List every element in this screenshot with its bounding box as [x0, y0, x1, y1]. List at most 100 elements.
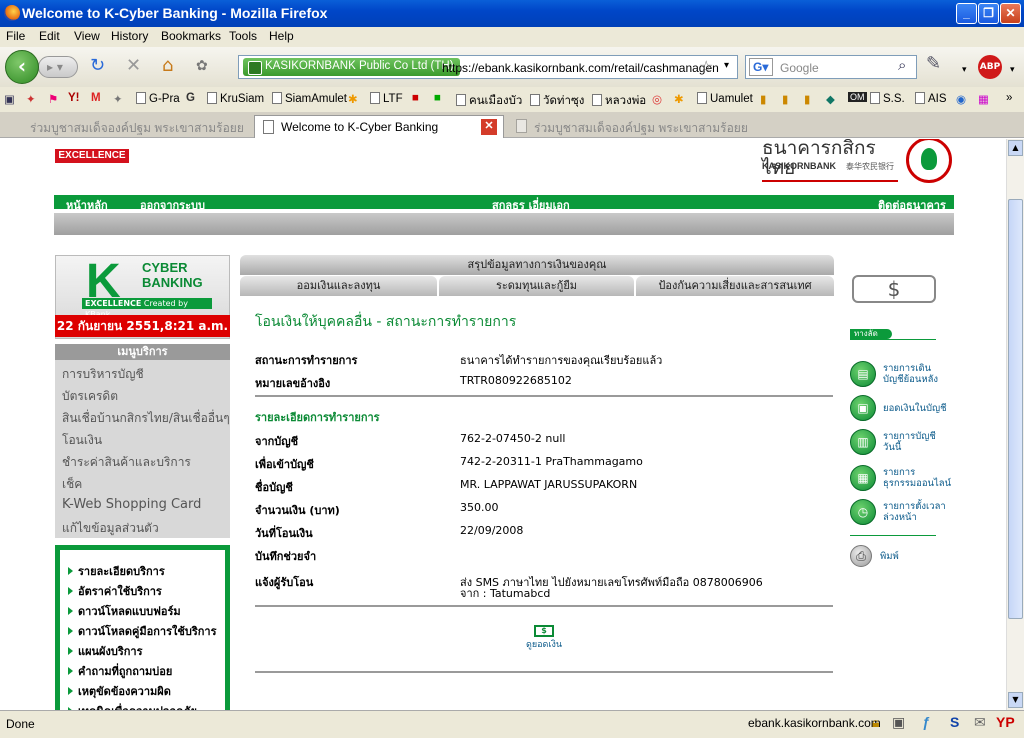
bookmark-star-icon[interactable]: ☆: [699, 57, 713, 77]
adblock-dropdown-icon[interactable]: ▾: [1010, 61, 1015, 79]
addon-icon[interactable]: ✿: [196, 57, 208, 75]
service-menu-item[interactable]: บัตรเครดิต: [62, 387, 118, 406]
url-dropdown-icon[interactable]: ▾: [724, 60, 729, 71]
bookmark-item[interactable]: Uamulet: [697, 92, 753, 105]
bookmark-icon[interactable]: ⚑: [48, 92, 58, 106]
close-window-button[interactable]: ✕: [1000, 3, 1021, 24]
toolbar-tool-icon[interactable]: ✎: [926, 55, 941, 73]
info-link[interactable]: ดาวน์โหลดแบบฟอร์ม: [68, 602, 181, 620]
menu-help[interactable]: Help: [269, 29, 294, 43]
scroll-down-icon[interactable]: ▼: [1008, 692, 1023, 708]
bookmark-icon[interactable]: Y!: [68, 92, 80, 104]
reload-icon[interactable]: ↻: [90, 57, 105, 75]
protection-tab[interactable]: ป้องกันความเสี่ยงและสารสนเทศ: [636, 276, 834, 296]
service-menu-item[interactable]: แก้ไขข้อมูลส่วนตัว: [62, 519, 159, 538]
menu-bookmarks[interactable]: Bookmarks: [161, 29, 221, 43]
firebug-icon[interactable]: ƒ: [922, 714, 930, 730]
skype-icon[interactable]: S: [950, 714, 959, 730]
bookmark-item[interactable]: G-Pra: [136, 92, 180, 105]
menu-file[interactable]: File: [6, 29, 25, 43]
url-bar[interactable]: KASIKORNBANK Public Co Ltd (TH) https://…: [238, 55, 738, 79]
bookmarks-overflow-icon[interactable]: »: [1006, 92, 1012, 104]
search-icon[interactable]: ⌕: [898, 57, 906, 74]
funding-borrowing-tab[interactable]: ระดมทุนและกู้ยืม: [439, 276, 634, 296]
bookmark-icon[interactable]: ✱: [674, 92, 684, 106]
tab-inactive[interactable]: ร่วมบูชาสมเด็จองค์ปฐม พระเขาสามร้อยย: [0, 115, 250, 138]
bookmark-item[interactable]: หลวงพ่อ: [592, 92, 646, 110]
shortcut-online-transactions[interactable]: ▦ รายการ ธุรกรรมออนไลน์: [850, 465, 960, 495]
home-icon[interactable]: ⌂: [162, 57, 173, 75]
financial-summary-tab[interactable]: สรุปข้อมูลทางการเงินของคุณ: [240, 255, 834, 275]
globe-icon[interactable]: ◉: [956, 92, 966, 106]
info-link[interactable]: เทคนิคเพื่อความปลอดภัย: [68, 702, 197, 710]
bookmark-item[interactable]: คนเมืองบัว: [456, 92, 522, 110]
menu-tools[interactable]: Tools: [229, 29, 257, 43]
google-bookmark-icon[interactable]: G: [186, 92, 195, 104]
adblock-icon[interactable]: ABP: [978, 55, 1002, 79]
view-balance-button[interactable]: $ ดูยอดเงิน: [524, 625, 564, 651]
bookmark-icon[interactable]: ✦: [113, 92, 123, 106]
search-placeholder[interactable]: Google: [780, 61, 819, 75]
lock-icon[interactable]: 🔒︎: [872, 714, 879, 731]
service-menu-item[interactable]: ชำระค่าสินค้าและบริการ: [62, 453, 191, 472]
folder-icon[interactable]: ▮: [782, 92, 788, 106]
info-link[interactable]: ดาวน์โหลดคู่มือการใช้บริการ: [68, 622, 217, 640]
search-bar[interactable]: G▾ Google ⌕: [745, 55, 917, 79]
tool-dropdown-icon[interactable]: ▾: [962, 61, 967, 79]
savings-investment-tab[interactable]: ออมเงินและลงทุน: [240, 276, 437, 296]
addon-status-icon[interactable]: ▣: [892, 714, 905, 731]
scroll-thumb[interactable]: [1008, 199, 1023, 619]
bookmark-item[interactable]: S.S.: [870, 92, 905, 105]
service-menu-item[interactable]: K-Web Shopping Card: [62, 497, 201, 512]
stop-icon[interactable]: ✕: [126, 57, 141, 75]
mail-icon[interactable]: ✉: [974, 714, 986, 731]
bookmark-icon[interactable]: ✱: [348, 92, 358, 106]
bookmark-item[interactable]: KruSiam: [207, 92, 264, 105]
vertical-scrollbar[interactable]: ▲ ▼: [1006, 139, 1024, 710]
forward-button[interactable]: ▸ ▾: [38, 56, 78, 78]
shortcut-today-transactions[interactable]: ▥ รายการบัญชี วันนี้: [850, 429, 960, 459]
yslow-icon[interactable]: YP: [996, 714, 1015, 730]
service-menu-item[interactable]: การบริหารบัญชี: [62, 365, 144, 384]
bookmark-icon[interactable]: ◆: [826, 92, 835, 106]
minimize-button[interactable]: _: [956, 3, 977, 24]
service-menu-item[interactable]: เช็ค: [62, 475, 82, 494]
bookmark-icon[interactable]: ▦: [978, 92, 989, 106]
menu-edit[interactable]: Edit: [39, 29, 60, 43]
bookmark-item[interactable]: SiamAmulet: [272, 92, 347, 105]
back-button[interactable]: ‹: [5, 50, 39, 84]
shortcut-account-balance[interactable]: ▣ ยอดเงินในบัญชี: [850, 395, 960, 425]
status-domain[interactable]: ebank.kasikornbank.com: [748, 716, 881, 730]
bookmark-item[interactable]: LTF: [370, 92, 403, 105]
menu-view[interactable]: View: [74, 29, 100, 43]
tab-active[interactable]: Welcome to K-Cyber Banking ✕: [254, 115, 504, 138]
nav-home[interactable]: หน้าหลัก: [66, 196, 108, 214]
shortcut-scheduled-transactions[interactable]: ◷ รายการตั้งเวลา ล่วงหน้า: [850, 499, 960, 529]
info-link[interactable]: แผนผังบริการ: [68, 642, 143, 660]
bookmark-icon[interactable]: ◎: [652, 92, 662, 106]
tab-inactive[interactable]: ร่วมบูชาสมเด็จองค์ปฐม พระเขาสามร้อยย: [508, 115, 758, 138]
info-link[interactable]: อัตราค่าใช้บริการ: [68, 582, 162, 600]
nav-logout[interactable]: ออกจากระบบ: [140, 196, 205, 214]
info-link[interactable]: รายละเอียดบริการ: [68, 562, 165, 580]
bookmark-icon[interactable]: ▣: [4, 92, 15, 106]
bookmark-item[interactable]: วัดท่าซุง: [530, 92, 584, 110]
nav-contact-bank[interactable]: ติดต่อธนาคาร: [878, 196, 946, 214]
print-button[interactable]: ⎙ พิมพ์: [850, 545, 960, 575]
url-text[interactable]: https://ebank.kasikornbank.com/retail/ca…: [442, 61, 719, 75]
folder-icon[interactable]: ▮: [760, 92, 766, 106]
maximize-button[interactable]: ❐: [978, 3, 999, 24]
info-link[interactable]: เหตุขัดข้องความผิด: [68, 682, 171, 700]
menu-history[interactable]: History: [111, 29, 148, 43]
folder-icon[interactable]: ▮: [804, 92, 810, 106]
close-tab-icon[interactable]: ✕: [481, 119, 497, 135]
info-link[interactable]: คำถามที่ถูกถามบ่อย: [68, 662, 172, 680]
service-menu-item[interactable]: โอนเงิน: [62, 431, 102, 450]
bookmark-icon[interactable]: ■: [412, 92, 419, 104]
bookmark-icon[interactable]: ✦: [26, 92, 36, 106]
gmail-icon[interactable]: M: [91, 92, 101, 104]
service-menu-item[interactable]: สินเชื่อบ้านกสิกรไทย/สินเชื่ออื่นๆ: [62, 409, 230, 428]
bookmark-icon[interactable]: OM: [848, 92, 867, 102]
site-identity-button[interactable]: KASIKORNBANK Public Co Ltd (TH): [243, 58, 460, 76]
bookmark-icon[interactable]: ■: [434, 92, 441, 104]
